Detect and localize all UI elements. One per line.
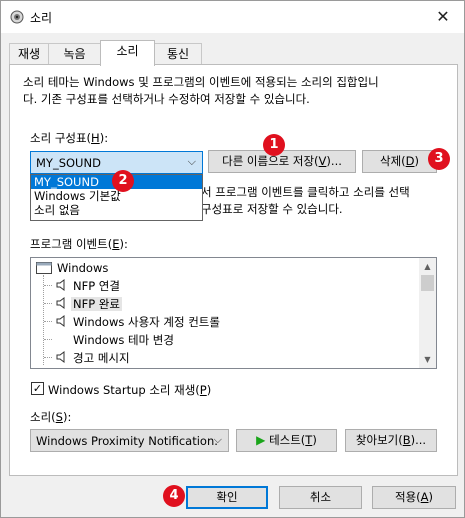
- annotation-badge-2: 2: [112, 170, 134, 192]
- windows-group-icon: [36, 262, 52, 274]
- scheme-option-windows-default[interactable]: Windows 기본값: [31, 189, 202, 203]
- tab-recording[interactable]: 녹음: [48, 43, 101, 65]
- tree-branch: [44, 321, 52, 322]
- tree-branch: [44, 357, 52, 358]
- program-events-list[interactable]: Windows NFP 연결 NFP 완료 Windows 사용자 계정 컨트롤…: [30, 257, 437, 369]
- event-item-uac[interactable]: Windows 사용자 계정 컨트롤: [73, 313, 220, 331]
- tree-branch: [44, 303, 52, 304]
- tab-communications[interactable]: 통신: [154, 43, 202, 65]
- chevron-down-icon: ⌵: [187, 155, 196, 168]
- sound-dialog: 소리 ✕ 재생 녹음 소리 통신 소리 테마는 Windows 및 프로그램의 …: [0, 0, 465, 518]
- startup-sound-label: Windows Startup 소리 재생(P): [48, 383, 212, 397]
- test-button[interactable]: ▶ 테스트(T): [236, 429, 337, 452]
- scheme-option-no-sound[interactable]: 소리 없음: [31, 203, 202, 217]
- speaker-icon: [56, 351, 65, 363]
- scroll-up-icon[interactable]: ▲: [419, 258, 436, 275]
- event-item-warning[interactable]: 경고 메시지: [73, 349, 130, 367]
- speaker-icon: [56, 297, 65, 309]
- program-events-label: 프로그램 이벤트(E):: [30, 237, 128, 251]
- event-item-nfp-complete[interactable]: NFP 완료: [71, 295, 122, 313]
- scheme-label: 소리 구성표(H):: [30, 131, 109, 145]
- sound-label: 소리(S):: [30, 410, 72, 424]
- tree-connector: [43, 275, 44, 365]
- save-as-button[interactable]: 다른 이름으로 저장(V)...: [208, 150, 356, 173]
- events-scrollbar[interactable]: ▲ ▼: [419, 258, 436, 368]
- event-group-windows[interactable]: Windows: [57, 259, 108, 277]
- annotation-badge-4: 4: [163, 485, 185, 507]
- partial-instruction-line1: 서 프로그램 이벤트를 클릭하고 소리를 선택: [201, 185, 410, 199]
- window-title: 소리: [30, 11, 53, 25]
- description-text: 소리 테마는 Windows 및 프로그램의 이벤트에 적용되는 소리의 집합입…: [23, 75, 379, 106]
- sound-file-select[interactable]: Windows Proximity Notification. ⌵: [30, 429, 229, 452]
- tab-sounds[interactable]: 소리: [100, 40, 155, 66]
- ok-button[interactable]: 확인: [186, 486, 268, 509]
- speaker-app-icon: [10, 10, 24, 24]
- scroll-down-icon[interactable]: ▼: [419, 351, 436, 368]
- scroll-thumb[interactable]: [421, 275, 434, 291]
- play-icon: ▶: [256, 433, 266, 447]
- delete-button[interactable]: 삭제(D): [362, 150, 437, 173]
- chevron-down-icon: ⌵: [213, 433, 222, 446]
- scheme-select-value: MY_SOUND: [36, 156, 101, 170]
- tab-playback[interactable]: 재생: [9, 43, 49, 65]
- apply-button[interactable]: 적용(A): [372, 486, 456, 509]
- close-icon[interactable]: ✕: [431, 5, 455, 29]
- event-item-theme-change[interactable]: Windows 테마 변경: [73, 331, 174, 349]
- partial-instruction-line2: 구성표로 저장할 수 있습니다.: [201, 202, 343, 216]
- speaker-icon: [56, 279, 65, 291]
- annotation-badge-1: 1: [263, 134, 285, 156]
- tree-branch: [44, 285, 52, 286]
- browse-button[interactable]: 찾아보기(B)...: [345, 429, 437, 452]
- event-item-nfp-connect[interactable]: NFP 연결: [73, 277, 120, 295]
- sound-file-value: Windows Proximity Notification.: [36, 434, 218, 448]
- title-bar: 소리 ✕: [1, 1, 464, 33]
- speaker-icon: [56, 315, 65, 327]
- tree-branch: [44, 339, 52, 340]
- annotation-badge-3: 3: [428, 148, 450, 170]
- cancel-button[interactable]: 취소: [279, 486, 362, 509]
- startup-sound-checkbox[interactable]: ✓: [31, 382, 44, 395]
